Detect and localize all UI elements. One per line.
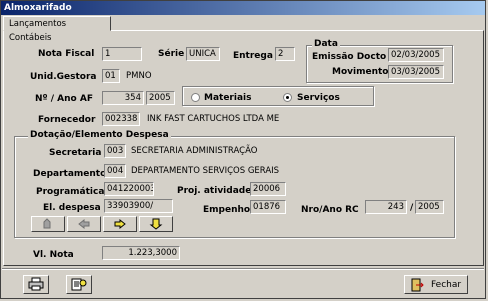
rc-year-field[interactable]: 2005 [415, 200, 444, 214]
materiais-radio[interactable] [191, 93, 200, 102]
nota-fiscal-label: Nota Fiscal [38, 49, 95, 59]
entrega-field[interactable]: 2 [275, 47, 295, 61]
af-number-field[interactable]: 354 [102, 91, 144, 105]
printer-icon [28, 277, 44, 291]
vl-nota-label: Vl. Nota [33, 250, 74, 260]
emissao-docto-field[interactable]: 02/03/2005 [388, 48, 444, 62]
proj-atividade-field[interactable]: 20006 [250, 182, 286, 196]
secretaria-name: SECRETARIA ADMINISTRAÇÃO [131, 146, 258, 156]
report-preview-icon [71, 278, 87, 291]
prev-record-icon [78, 218, 90, 230]
footer-separator [2, 268, 484, 270]
nro-ano-rc-label: Nro/Ano RC [301, 205, 359, 215]
entrega-label: Entrega [233, 51, 273, 61]
last-record-button[interactable] [139, 216, 173, 232]
tab-lancamentos-contabeis[interactable]: Lançamentos Contábeis [3, 16, 111, 43]
serie-field[interactable]: UNICA [186, 47, 220, 61]
proj-atividade-label: Proj. atividade [177, 186, 252, 196]
movimento-label: Movimento [332, 67, 389, 77]
rc-slash: / [410, 203, 414, 213]
next-record-button[interactable] [103, 216, 137, 232]
programatica-label: Programática [36, 187, 105, 197]
unid-gestora-name: PMNO [126, 71, 152, 81]
first-record-button[interactable] [31, 216, 65, 232]
vl-nota-field[interactable]: 1.223,3000 [102, 246, 180, 260]
movimento-field[interactable]: 03/03/2005 [388, 65, 444, 79]
first-record-icon [43, 218, 51, 229]
data-group-title: Data [312, 39, 340, 49]
nota-fiscal-field[interactable]: 1 [102, 47, 142, 61]
dotacao-group-title: Dotação/Elemento Despesa [28, 130, 171, 140]
print-button[interactable] [23, 275, 49, 294]
departamento-label: Departamento [33, 169, 107, 179]
serie-label: Série [158, 49, 185, 59]
empenho-label: Empenho [203, 205, 251, 215]
secretaria-label: Secretaria [49, 148, 102, 158]
next-record-icon [114, 218, 126, 230]
rc-number-field[interactable]: 243 [365, 200, 407, 214]
materiais-label[interactable]: Materiais [204, 93, 251, 103]
departamento-name: DEPARTAMENTO SERVIÇOS GERAIS [131, 166, 280, 176]
departamento-code-field[interactable]: 004 [104, 164, 126, 178]
fornecedor-code-field[interactable]: 002338 [102, 112, 140, 126]
unid-gestora-label: Unid.Gestora [30, 72, 97, 82]
empenho-field[interactable]: 01876 [250, 200, 286, 214]
fornecedor-name: INK FAST CARTUCHOS LTDA ME [147, 114, 280, 124]
emissao-docto-label: Emissão Docto [312, 52, 387, 62]
secretaria-code-field[interactable]: 003 [104, 144, 126, 158]
servicos-label[interactable]: Serviços [297, 93, 340, 103]
report-preview-button[interactable] [66, 275, 92, 294]
prev-record-button[interactable] [67, 216, 101, 232]
ano-af-label: Nº / Ano AF [35, 94, 93, 104]
fechar-button[interactable]: Fechar [404, 275, 468, 294]
servicos-radio[interactable] [283, 93, 292, 102]
fechar-label: Fechar [431, 280, 462, 290]
unid-gestora-code-field[interactable]: 01 [102, 69, 120, 83]
fornecedor-label: Fornecedor [38, 115, 96, 125]
title-bar: Almoxarifado [1, 1, 485, 15]
af-year-field[interactable]: 2005 [146, 91, 175, 105]
last-record-icon [149, 218, 163, 230]
el-despesa-field[interactable]: 33903900/ [104, 199, 173, 213]
programatica-field[interactable]: 041220003 [104, 182, 154, 196]
el-despesa-label: El. despesa [43, 203, 101, 213]
exit-door-icon [411, 278, 424, 292]
